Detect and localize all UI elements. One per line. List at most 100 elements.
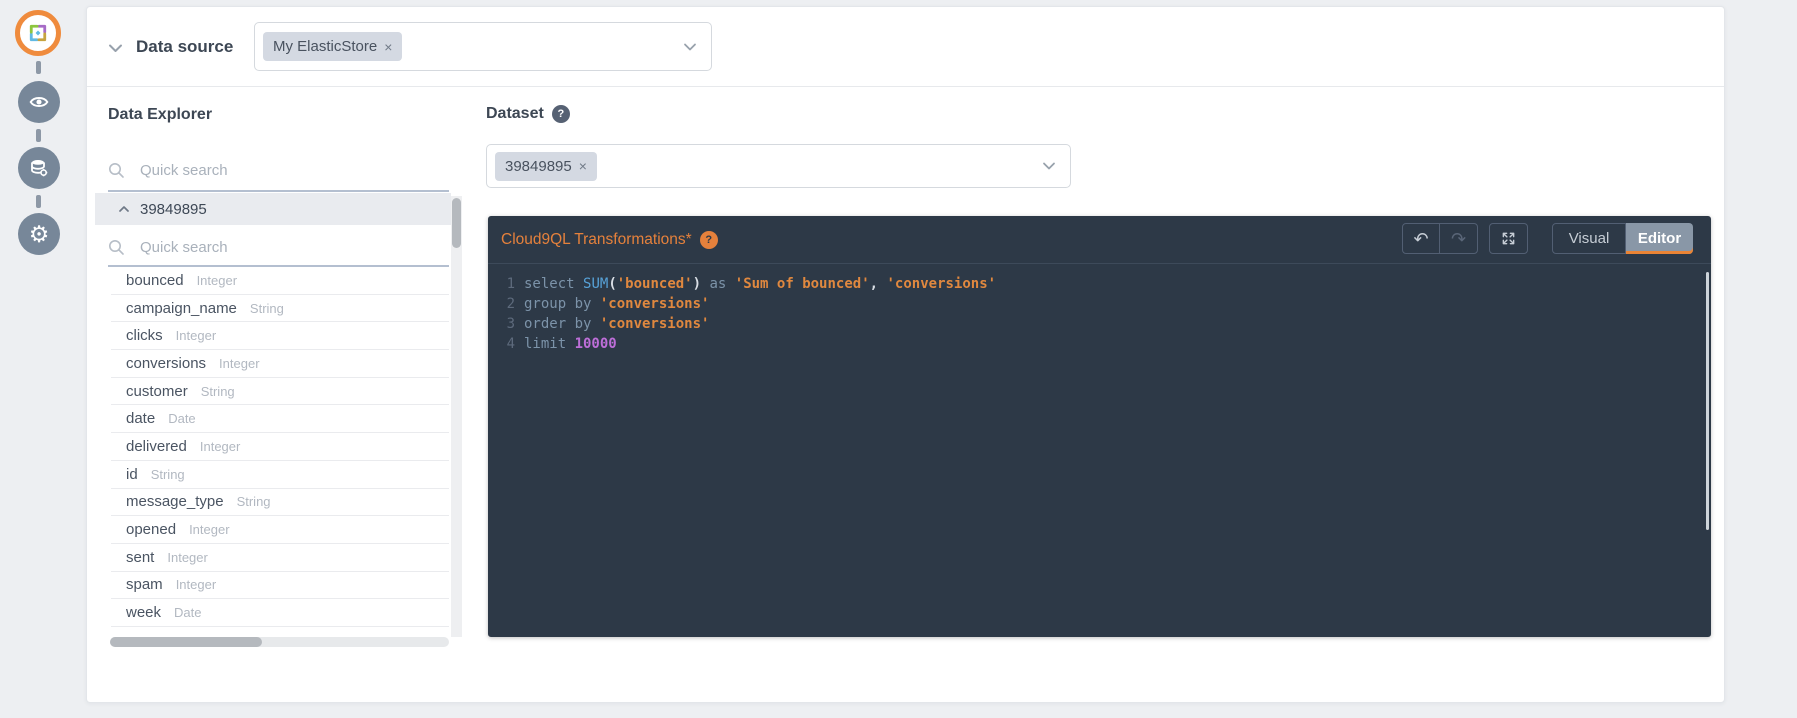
field-row[interactable]: conversions Integer — [111, 350, 449, 378]
field-type: String — [150, 466, 185, 482]
datasource-section-label: Data source — [136, 37, 234, 56]
line-number: 2 — [506, 296, 515, 312]
field-type: Integer — [189, 522, 230, 538]
dataset-tag[interactable]: 39849895 × — [495, 151, 597, 181]
divider — [108, 190, 449, 192]
field-name: sent — [126, 548, 155, 566]
field-name: week — [126, 604, 162, 622]
editor-controls: ↶ ↷ Visual Editor — [1402, 223, 1693, 254]
field-row[interactable]: week Date — [111, 599, 449, 627]
expand-icon — [1502, 232, 1515, 245]
tab-editor[interactable]: Editor — [1626, 223, 1693, 254]
data-explorer-title: Data Explorer — [108, 106, 213, 123]
logo-star-icon — [29, 24, 47, 42]
code-token: 'conversions' — [599, 296, 710, 312]
datasource-tag-label: My ElasticStore — [273, 38, 378, 55]
field-type: Integer — [175, 577, 217, 593]
code-token: 10000 — [574, 336, 617, 352]
editor-scrollbar[interactable] — [1706, 272, 1709, 530]
settings-button[interactable]: ⚙ — [18, 213, 60, 255]
field-list: bounced Integer campaign_name String clicks I… — [111, 267, 449, 627]
code-area[interactable]: 1 select SUM('bounced') as 'Sum of bounce… — [488, 264, 1711, 629]
preview-eye-button[interactable] — [18, 81, 60, 123]
field-row[interactable]: opened Integer — [111, 516, 449, 544]
search-icon — [109, 239, 124, 255]
fullscreen-button[interactable] — [1489, 223, 1528, 254]
field-list-horizontal-scrollbar[interactable] — [110, 637, 449, 647]
dataset-header: Dataset ? — [486, 105, 570, 123]
field-type: Integer — [167, 549, 208, 565]
datasource-select[interactable]: My ElasticStore × — [254, 22, 712, 71]
cloud9ql-editor-panel: Cloud9QL Transformations* ? ↶ ↷ Visual E… — [488, 216, 1711, 637]
help-icon[interactable]: ? — [699, 230, 718, 249]
remove-tag-icon[interactable]: × — [579, 158, 587, 174]
rail-connector — [36, 61, 41, 74]
scrollbar-thumb[interactable] — [110, 637, 262, 647]
quick-search — [108, 157, 448, 183]
search-icon — [109, 162, 124, 178]
field-row[interactable]: message_type String — [111, 489, 449, 517]
field-search — [108, 234, 448, 260]
field-name: campaign_name — [126, 299, 237, 317]
field-type: Date — [168, 411, 196, 427]
field-row[interactable]: clicks Integer — [111, 322, 449, 351]
code-line: 2 group by 'conversions' — [501, 294, 1711, 314]
editor-title: Cloud9QL Transformations* — [501, 230, 692, 248]
field-row[interactable]: bounced Integer — [111, 267, 449, 295]
field-type: Integer — [199, 438, 241, 454]
field-type: Integer — [175, 328, 217, 344]
tab-visual[interactable]: Visual — [1552, 223, 1626, 254]
datasource-tag[interactable]: My ElasticStore × — [263, 32, 403, 61]
query-builder-card: Data source My ElasticStore × Data Explo… — [86, 6, 1725, 703]
dataset-tag-label: 39849895 — [505, 157, 572, 175]
help-icon[interactable]: ? — [551, 105, 570, 123]
field-name: date — [126, 410, 156, 428]
remove-tag-icon[interactable]: × — [384, 39, 392, 55]
dataset-group-label: 39849895 — [140, 200, 207, 218]
code-token: 'Sum of bounced' — [734, 276, 870, 292]
field-type: Integer — [196, 272, 238, 288]
code-token: group by — [524, 296, 600, 312]
field-name: id — [126, 465, 138, 483]
field-row[interactable]: date Date — [111, 405, 449, 434]
datasource-collapse-chevron-icon[interactable] — [108, 43, 123, 53]
scrollbar-thumb[interactable] — [452, 198, 461, 248]
datasource-settings-button[interactable] — [18, 147, 60, 189]
code-token: as — [701, 276, 735, 292]
code-token: limit — [524, 336, 575, 352]
undo-button[interactable]: ↶ — [1403, 224, 1440, 253]
code-token: SUM — [583, 276, 609, 292]
field-row[interactable]: id String — [111, 461, 449, 489]
app-logo[interactable] — [15, 10, 61, 56]
dataset-select[interactable]: 39849895 × — [486, 144, 1071, 188]
chevron-down-icon[interactable] — [1042, 162, 1056, 171]
field-row[interactable]: spam Integer — [111, 572, 449, 600]
visual-editor-toggle: Visual Editor — [1552, 223, 1693, 254]
field-list-vertical-scrollbar[interactable] — [451, 196, 462, 637]
code-token: ( — [608, 276, 617, 292]
undo-redo-group: ↶ ↷ — [1402, 223, 1478, 254]
field-row[interactable]: customer String — [111, 378, 449, 406]
chevron-down-icon[interactable] — [683, 42, 697, 51]
field-type: Integer — [219, 355, 260, 371]
field-name: opened — [126, 521, 177, 539]
quick-search-input[interactable] — [138, 160, 392, 180]
rail-connector — [36, 129, 41, 142]
code-token: 'conversions' — [886, 276, 997, 292]
gear-icon: ⚙ — [28, 220, 50, 247]
code-line: 1 select SUM('bounced') as 'Sum of bounce… — [501, 274, 1711, 294]
code-token: 'conversions' — [599, 316, 710, 332]
field-row[interactable]: delivered Integer — [111, 433, 449, 461]
field-type: String — [236, 494, 271, 510]
dataset-group-row[interactable]: 39849895 — [95, 193, 451, 225]
field-name: clicks — [126, 327, 163, 345]
field-name: customer — [126, 382, 188, 400]
field-search-input[interactable] — [138, 237, 392, 257]
redo-button[interactable]: ↷ — [1440, 224, 1477, 253]
code-line: 4 limit 10000 — [501, 334, 1711, 354]
field-row[interactable]: sent Integer — [111, 544, 449, 572]
line-number: 4 — [506, 336, 515, 352]
rail-connector — [36, 195, 41, 208]
field-row[interactable]: campaign_name String — [111, 295, 449, 323]
field-type: String — [249, 300, 284, 316]
